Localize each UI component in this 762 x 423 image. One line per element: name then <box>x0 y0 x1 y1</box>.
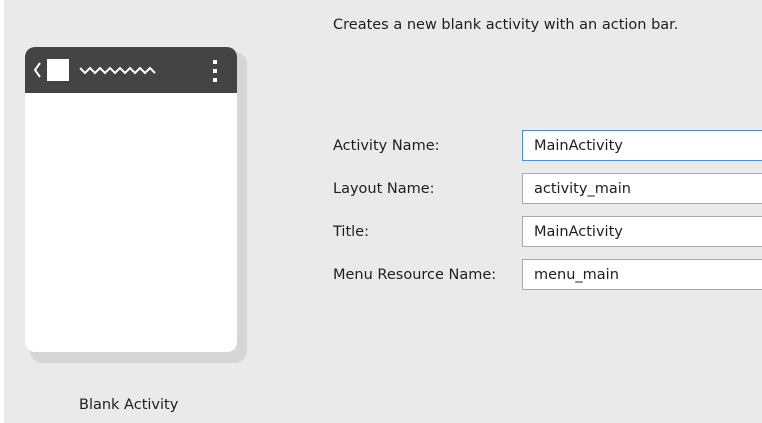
template-description: Creates a new blank activity with an act… <box>333 17 679 33</box>
menu-resource-name-input[interactable] <box>522 259 762 290</box>
template-name-label: Blank Activity <box>79 397 179 413</box>
layout-name-label: Layout Name: <box>333 181 435 197</box>
title-label: Title: <box>333 224 369 240</box>
chevron-left-icon <box>33 62 41 78</box>
app-icon <box>47 59 69 81</box>
preview-action-bar <box>25 47 237 93</box>
overflow-menu-icon <box>213 60 217 82</box>
title-input[interactable] <box>522 216 762 247</box>
menu-resource-name-label: Menu Resource Name: <box>333 267 497 283</box>
activity-name-input[interactable] <box>522 130 762 161</box>
activity-name-label: Activity Name: <box>333 138 440 154</box>
phone-preview <box>25 47 237 352</box>
layout-name-input[interactable] <box>522 173 762 204</box>
squiggle-title-icon <box>79 66 156 75</box>
